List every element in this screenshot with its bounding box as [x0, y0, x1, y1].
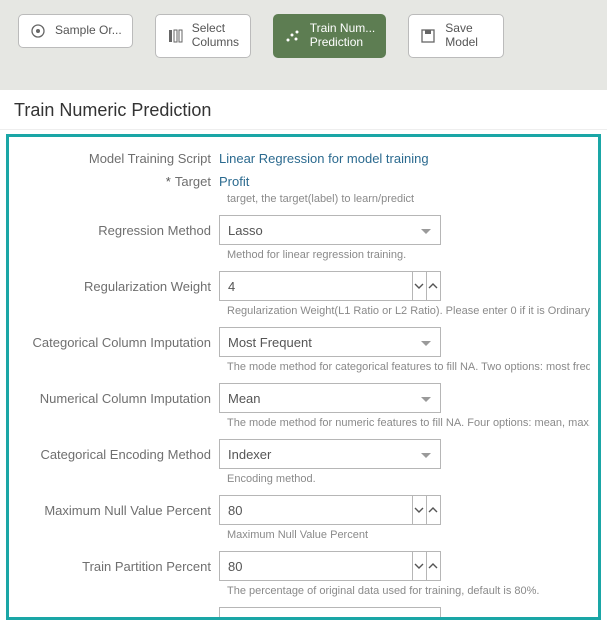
- target-icon: [29, 22, 47, 40]
- hint-null: Maximum Null Value Percent: [227, 529, 368, 541]
- workflow-node-train[interactable]: Train Num... Prediction: [273, 14, 387, 58]
- workflow-node-label: Train Num... Prediction: [310, 22, 376, 50]
- label-numimp: Numerical Column Imputation: [9, 391, 219, 406]
- hint-target: target, the target(label) to learn/predi…: [227, 193, 414, 205]
- hint-catenc: Encoding method.: [227, 473, 316, 485]
- input-null[interactable]: [219, 495, 412, 525]
- spinner-down-icon[interactable]: [412, 495, 427, 525]
- value-target[interactable]: Profit: [219, 174, 249, 189]
- spinner-up-icon[interactable]: [427, 495, 441, 525]
- spinner-down-icon[interactable]: [412, 271, 427, 301]
- hint-numimp: The mode method for numeric features to …: [227, 417, 590, 429]
- save-icon: [419, 27, 437, 45]
- label-script: Model Training Script: [9, 151, 219, 166]
- label-train: Train Partition Percent: [9, 559, 219, 574]
- label-catenc: Categorical Encoding Method: [9, 447, 219, 462]
- workflow-node-label: Sample Or...: [55, 24, 122, 38]
- hint-regweight: Regularization Weight(L1 Ratio or L2 Rat…: [227, 305, 590, 317]
- select-numimp[interactable]: Mean: [219, 383, 441, 413]
- spinner-up-icon[interactable]: [427, 551, 441, 581]
- label-regweight: Regularization Weight: [9, 279, 219, 294]
- workflow-node-select-columns[interactable]: Select Columns: [155, 14, 251, 58]
- hint-regression: Method for linear regression training.: [227, 249, 406, 261]
- label-target: *Target: [9, 174, 219, 189]
- label-catimp: Categorical Column Imputation: [9, 335, 219, 350]
- select-catimp[interactable]: Most Frequent: [219, 327, 441, 357]
- workflow-node-label: Select Columns: [192, 22, 239, 50]
- input-regweight[interactable]: [219, 271, 412, 301]
- columns-icon: [166, 27, 184, 45]
- spinner-up-icon[interactable]: [427, 271, 441, 301]
- scatter-icon: [284, 27, 302, 45]
- spinner-down-icon[interactable]: [412, 551, 427, 581]
- select-std[interactable]: True: [219, 607, 441, 620]
- select-catenc[interactable]: Indexer: [219, 439, 441, 469]
- label-std: Standardization: [9, 615, 219, 621]
- form-panel: Model Training Script Linear Regression …: [6, 134, 601, 620]
- workflow-node-label: Save Model: [445, 22, 478, 50]
- spinner-regweight: [219, 271, 441, 301]
- spinner-null: [219, 495, 441, 525]
- input-train[interactable]: [219, 551, 412, 581]
- hint-train: The percentage of original data used for…: [227, 585, 539, 597]
- value-script[interactable]: Linear Regression for model training: [219, 151, 429, 166]
- label-regression: Regression Method: [9, 223, 219, 238]
- label-null: Maximum Null Value Percent: [9, 503, 219, 518]
- workflow-node-save[interactable]: Save Model: [408, 14, 504, 58]
- hint-catimp: The mode method for categorical features…: [227, 361, 590, 373]
- select-regression[interactable]: Lasso: [219, 215, 441, 245]
- workflow-bar: Sample Or... Select Columns Train Num...…: [0, 0, 607, 90]
- workflow-node-sample[interactable]: Sample Or...: [18, 14, 133, 48]
- spinner-train: [219, 551, 441, 581]
- page-title: Train Numeric Prediction: [0, 90, 607, 130]
